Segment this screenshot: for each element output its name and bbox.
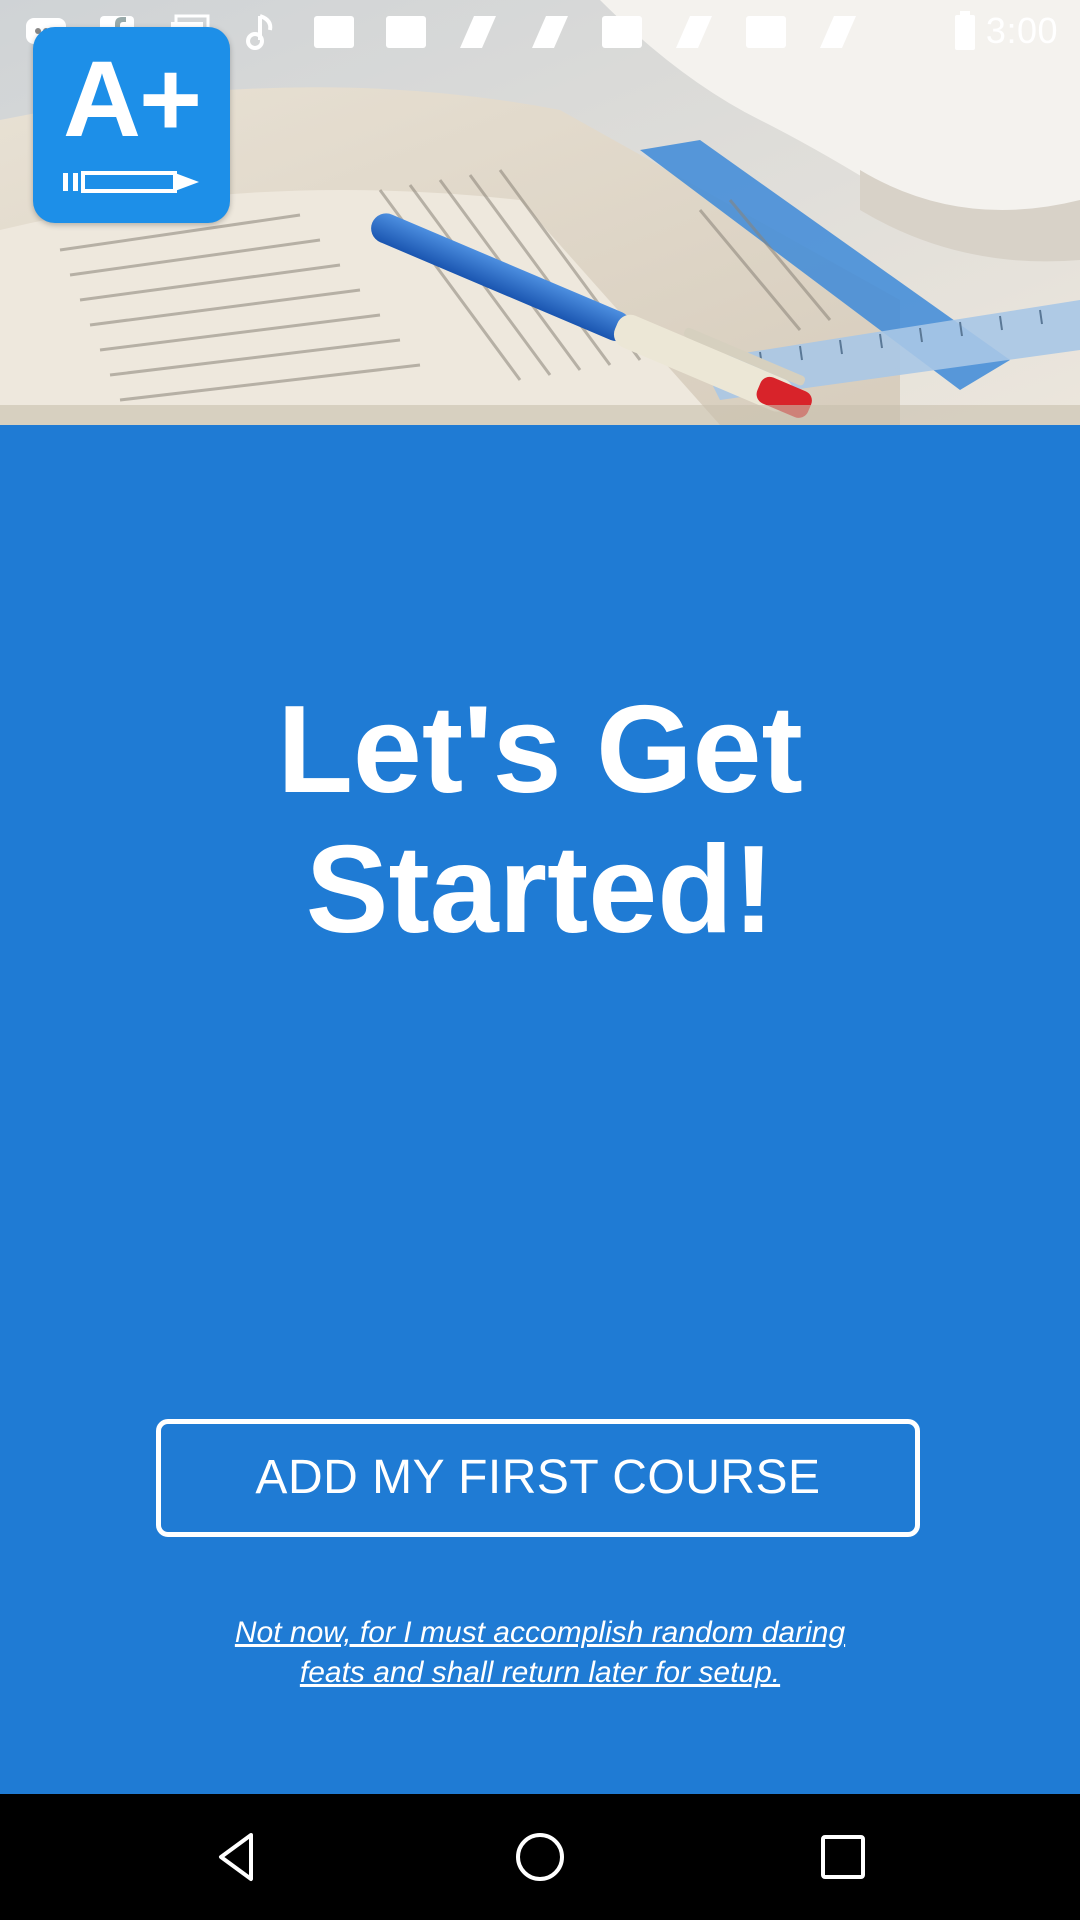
back-icon[interactable] (207, 1827, 267, 1887)
app-logo: A+ (33, 27, 230, 223)
app-icon (460, 16, 496, 48)
skip-link-line-1: Not now, for I must accomplish random da… (234, 1616, 846, 1649)
skip-link-line-2: feats and shall return later for setup. (299, 1656, 781, 1689)
app-icon (820, 16, 856, 48)
app-icon (386, 16, 426, 48)
status-right: 3:00 (954, 10, 1058, 52)
battery-icon (954, 11, 975, 50)
navigation-bar (0, 1794, 1080, 1920)
pencil-icon (63, 171, 199, 193)
recent-apps-icon[interactable] (813, 1827, 873, 1887)
app-logo-text: A+ (62, 38, 202, 159)
add-first-course-button[interactable]: ADD MY FIRST COURSE (156, 1419, 920, 1537)
app-icon (314, 16, 354, 48)
clock: 3:00 (985, 10, 1058, 51)
app-icon (602, 16, 642, 48)
app-icon (532, 16, 568, 48)
welcome-screen: 3:00 A+ Let's Get Started! ADD MY FIRST … (0, 0, 1080, 1920)
title-line-2: Started! (305, 821, 775, 959)
title-line-1: Let's Get (277, 681, 803, 819)
main-content: Let's Get Started! ADD MY FIRST COURSE N… (0, 425, 1080, 1794)
music-icon (246, 14, 273, 50)
skip-setup-link[interactable]: Not now, for I must accomplish random da… (140, 1613, 940, 1693)
app-icon (746, 16, 786, 48)
home-icon[interactable] (510, 1827, 570, 1887)
app-icon (676, 16, 712, 48)
page-title: Let's Get Started! (140, 680, 940, 960)
